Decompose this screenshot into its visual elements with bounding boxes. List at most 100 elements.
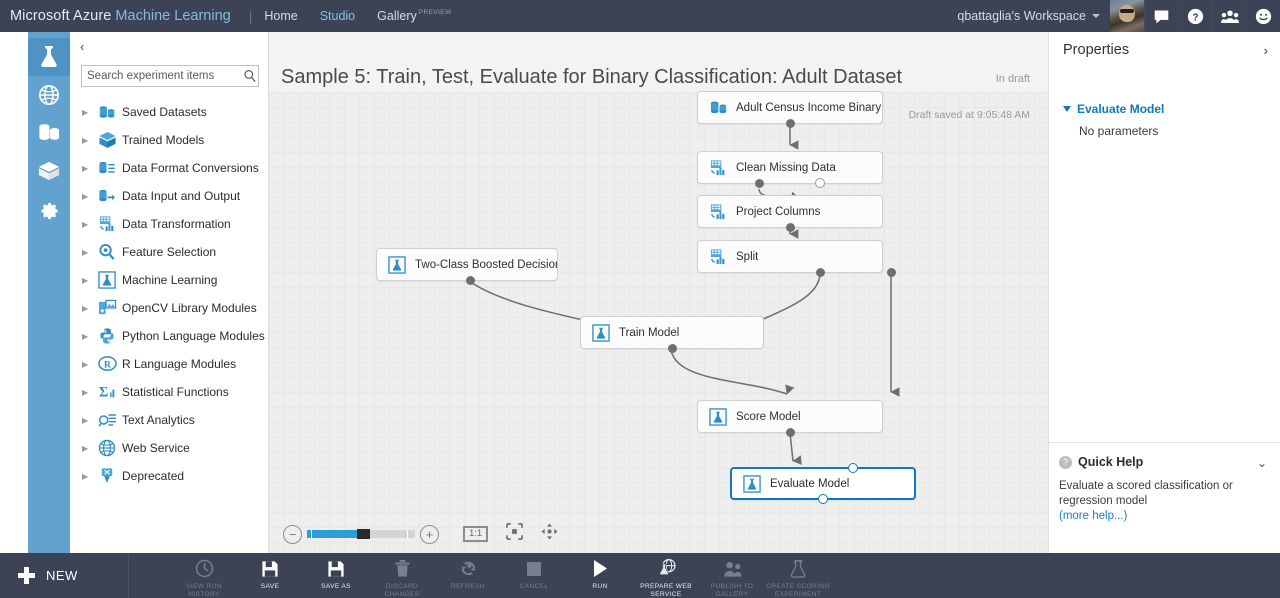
fit-to-window-icon[interactable]	[506, 523, 524, 545]
palette-item-statistical-functions[interactable]: ▶ Σ Statistical Functions	[70, 378, 269, 406]
module-node-evaluate-model[interactable]: Evaluate Model	[730, 463, 916, 504]
save-button[interactable]: SAVE	[237, 553, 303, 591]
palette-item-text-analytics[interactable]: ▶ Text Analytics	[70, 406, 269, 434]
run-button[interactable]: RUN	[567, 553, 633, 591]
quick-help-chevron-icon[interactable]: ⌄	[1257, 456, 1267, 470]
module-node-adult-census-income[interactable]: Adult Census Income Binary ...	[697, 91, 883, 128]
palette-item-opencv-library-modules[interactable]: ▶ OpenCV Library Modules	[70, 294, 269, 322]
output-port-left[interactable]	[816, 268, 825, 277]
module-node-score-model[interactable]: Score Model	[697, 400, 883, 437]
expand-arrow-icon[interactable]: ▶	[82, 416, 96, 425]
view-run-history-button[interactable]: VIEW RUN HISTORY	[171, 553, 237, 598]
palette-item-saved-datasets[interactable]: ▶ Saved Datasets	[70, 98, 269, 126]
expand-arrow-icon[interactable]: ▶	[82, 304, 96, 313]
expand-arrow-icon[interactable]: ▶	[82, 192, 96, 201]
palette-collapse-icon[interactable]: ‹	[80, 40, 84, 53]
nav-studio[interactable]: Studio	[320, 9, 355, 23]
expand-arrow-icon[interactable]: ▶	[82, 276, 96, 285]
community-icon[interactable]	[1212, 0, 1246, 32]
pan-icon[interactable]	[541, 523, 558, 545]
rail-item-datasets[interactable]	[28, 114, 70, 152]
expand-arrow-icon[interactable]: ▶	[82, 388, 96, 397]
palette-item-label: Web Service	[122, 441, 190, 455]
search-icon[interactable]	[241, 69, 258, 83]
experiment-canvas[interactable]: Sample 5: Train, Test, Evaluate for Bina…	[269, 32, 1048, 553]
search-input[interactable]	[82, 70, 241, 82]
quick-help-header[interactable]: ? Quick Help	[1059, 455, 1143, 469]
workspace-selector[interactable]: qbattaglia's Workspace	[951, 0, 1110, 32]
data-format-icon	[96, 158, 118, 178]
zoom-slider[interactable]	[307, 529, 415, 539]
expand-arrow-icon[interactable]: ▶	[82, 360, 96, 369]
palette-item-r-language-modules[interactable]: ▶ R R Language Modules	[70, 350, 269, 378]
output-port[interactable]	[786, 223, 795, 232]
header-divider: |	[248, 8, 253, 24]
palette-item-feature-selection[interactable]: ▶ Feature Selection	[70, 238, 269, 266]
output-port-left[interactable]	[755, 179, 764, 188]
output-port[interactable]	[466, 276, 475, 285]
help-icon[interactable]: ?	[1178, 0, 1212, 32]
output-port-right[interactable]	[887, 268, 896, 277]
prepare-web-service-button[interactable]: PREPARE WEB SERVICE	[633, 553, 699, 598]
zoom-actual-size-button[interactable]: 1:1	[463, 525, 489, 543]
palette-item-data-input-output[interactable]: ▶ Data Input and Output	[70, 182, 269, 210]
nav-home[interactable]: Home	[264, 9, 297, 23]
module-node-train-model[interactable]: Train Model	[580, 316, 764, 353]
rail-item-web-services[interactable]	[28, 76, 70, 114]
smiley-icon[interactable]	[1246, 0, 1280, 32]
discard-changes-button[interactable]: DISCARD CHANGES	[369, 553, 435, 598]
palette-item-deprecated[interactable]: ▶ Deprecated	[70, 462, 269, 490]
palette-item-web-service[interactable]: ▶ Web Service	[70, 434, 269, 462]
nav-gallery-wrap[interactable]: Gallery PREVIEW	[377, 7, 451, 25]
nav-gallery[interactable]: Gallery	[377, 9, 417, 23]
search-box[interactable]	[81, 65, 259, 87]
expand-arrow-icon[interactable]: ▶	[82, 220, 96, 229]
expand-arrow-icon[interactable]: ▶	[82, 248, 96, 257]
module-node-split[interactable]: Split	[697, 240, 896, 277]
input-port-right[interactable]	[848, 463, 858, 473]
quick-help-title: Quick Help	[1078, 455, 1144, 469]
palette-item-data-transformation[interactable]: ▶ Data Transformation	[70, 210, 269, 238]
module-node-two-class-boosted-decision-tree[interactable]: Two-Class Boosted Decision T...	[376, 248, 558, 285]
zoom-in-button[interactable]: +	[420, 524, 439, 544]
feedback-icon[interactable]	[1144, 0, 1178, 32]
expand-arrow-icon[interactable]: ▶	[82, 164, 96, 173]
module-node-clean-missing-data[interactable]: Clean Missing Data	[697, 151, 883, 188]
properties-collapse-icon[interactable]: ›	[1264, 43, 1268, 58]
properties-module-header[interactable]: Evaluate Model	[1063, 102, 1164, 116]
expand-arrow-icon[interactable]: ▶	[82, 136, 96, 145]
save-as-button[interactable]: SAVE AS	[303, 553, 369, 591]
more-help-link[interactable]: (more help...)	[1059, 510, 1127, 522]
expand-arrow-icon[interactable]: ▶	[82, 472, 96, 481]
module-node-project-columns[interactable]: Project Columns	[697, 195, 883, 232]
expand-arrow-icon[interactable]: ▶	[82, 444, 96, 453]
avatar[interactable]	[1110, 0, 1144, 32]
properties-title: Properties	[1063, 42, 1130, 58]
output-port[interactable]	[786, 428, 795, 437]
publish-to-gallery-button[interactable]: PUBLISH TO GALLERY	[699, 553, 765, 598]
new-button[interactable]: NEW	[0, 553, 128, 598]
header-right: qbattaglia's Workspace ?	[951, 0, 1280, 32]
rail-item-settings[interactable]	[28, 190, 70, 228]
zoom-slider-thumb[interactable]	[357, 529, 370, 539]
palette-item-trained-models[interactable]: ▶ Trained Models	[70, 126, 269, 154]
output-port[interactable]	[818, 494, 828, 504]
palette-item-data-format-conversions[interactable]: ▶ Data Format Conversions	[70, 154, 269, 182]
draft-saved-timestamp: Draft saved at 9:05:48 AM	[908, 109, 1030, 121]
create-scoring-experiment-button[interactable]: CREATE SCORING EXPERIMENT	[765, 553, 831, 598]
cancel-button[interactable]: CANCEL	[501, 553, 567, 591]
palette-item-machine-learning[interactable]: ▶ Machine Learning	[70, 266, 269, 294]
expand-arrow-icon[interactable]: ▶	[82, 332, 96, 341]
output-port-right[interactable]	[815, 178, 825, 188]
properties-panel: Properties › Evaluate Model No parameter…	[1048, 32, 1280, 553]
palette-item-python-language-modules[interactable]: ▶ Python Language Modules	[70, 322, 269, 350]
refresh-button[interactable]: REFRESH	[435, 553, 501, 591]
rail-item-experiments[interactable]	[28, 38, 70, 76]
zoom-out-button[interactable]: −	[283, 524, 302, 544]
tool-label: CANCEL	[519, 582, 549, 590]
rail-item-trained-models[interactable]	[28, 152, 70, 190]
output-port[interactable]	[668, 344, 677, 353]
expand-arrow-icon[interactable]: ▶	[82, 108, 96, 117]
module-label: Score Model	[736, 410, 801, 423]
output-port[interactable]	[786, 119, 795, 128]
